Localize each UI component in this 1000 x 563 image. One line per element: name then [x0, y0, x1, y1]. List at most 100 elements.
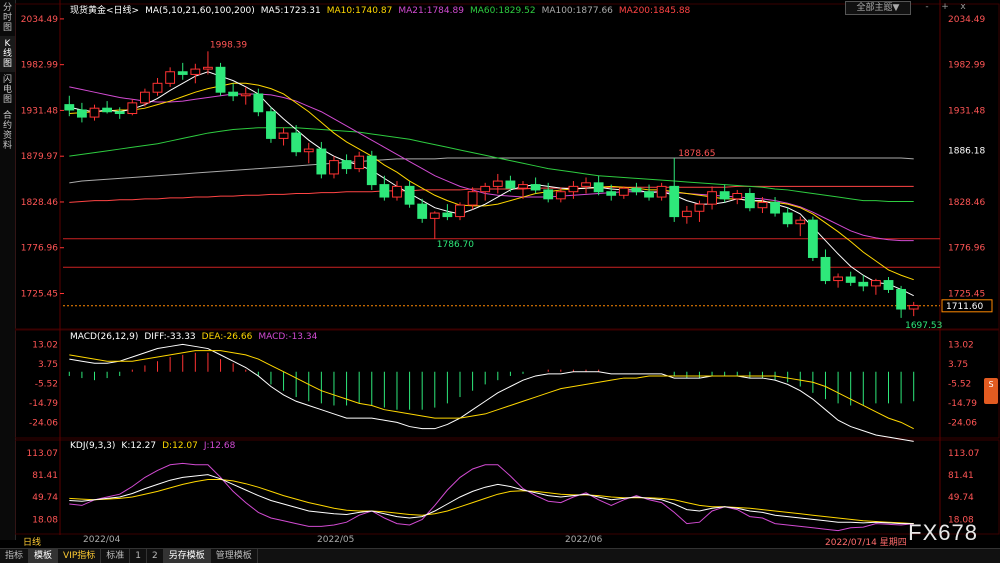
candle-body: [215, 66, 226, 93]
candle-body: [341, 160, 352, 170]
kdj-legend-params: KDJ(9,3,3): [70, 441, 116, 451]
candle-body: [820, 256, 831, 282]
kdj-j-line: [69, 462, 914, 532]
tab-1[interactable]: 1: [130, 549, 148, 563]
tab-vip-indicators[interactable]: VIP指标: [58, 549, 102, 563]
macd-tick-left: -5.52: [35, 379, 58, 389]
kdj-tick-left: 18.08: [32, 515, 58, 525]
candle-body: [530, 184, 541, 191]
candle-body: [366, 155, 377, 186]
price-tick-left: 1776.96: [21, 244, 58, 254]
candle-body: [845, 276, 856, 283]
candle-body: [593, 182, 604, 193]
tab-indicators[interactable]: 指标: [0, 549, 30, 563]
candle-body: [404, 185, 415, 205]
ma-legend-item: MA5:1723.31: [260, 6, 321, 16]
kdj-legend: KDJ(9,3,3) K:12.27 D:12.07 J:12.68: [70, 441, 247, 451]
candle-body: [76, 109, 87, 118]
candle-body: [782, 212, 793, 225]
sidebar-tab-0[interactable]: 分 时 图: [0, 0, 15, 36]
tool-icons: - + x: [920, 1, 970, 13]
ma5-line: [69, 71, 914, 297]
candle-body: [744, 192, 755, 209]
candle-body: [908, 304, 919, 310]
kdj-legend-item: K:12.27: [121, 441, 157, 451]
price-tick-left: 1725.45: [21, 290, 58, 300]
candle-body: [757, 201, 768, 209]
candle-body: [518, 184, 528, 189]
panel-border: [15, 329, 1000, 439]
candle-body: [581, 182, 591, 187]
candle-body: [656, 185, 667, 198]
ma-legend-item: MA60:1829.52: [469, 6, 536, 16]
toolbar-icon-1[interactable]: +: [938, 1, 952, 13]
current-price-label: 1711.60: [946, 302, 983, 312]
candle-body: [429, 212, 440, 219]
candle-body: [379, 184, 390, 198]
candle-body: [89, 107, 100, 118]
sidebar-tab-1[interactable]: K 线 图: [0, 36, 15, 72]
macd-legend-item: DIFF:-33.33: [144, 332, 196, 342]
macd-tick-right: -24.06: [948, 418, 977, 428]
macd-tick-right: -5.52: [948, 379, 971, 389]
candle-body: [505, 180, 516, 189]
candle-body: [807, 219, 818, 258]
candle-body: [203, 66, 213, 70]
date-readout: 2022/07/14 星期四: [825, 538, 907, 548]
date-tick: 2022/05: [317, 535, 355, 545]
candle-body: [455, 204, 465, 218]
candle-body: [442, 212, 453, 218]
toolbar-icon-0[interactable]: -: [920, 1, 934, 13]
macd-tick-right: 13.02: [948, 340, 974, 350]
candle-body: [102, 107, 113, 113]
candle-body: [278, 132, 289, 139]
candle-body: [707, 191, 717, 205]
candle-body: [631, 187, 642, 193]
candle-body: [606, 191, 617, 196]
sidebar-tab-2[interactable]: 闪 电 图: [0, 72, 15, 108]
theme-dropdown[interactable]: 全部主题▼: [845, 1, 911, 15]
candle-body: [64, 104, 75, 111]
tab-manage-templates[interactable]: 管理模板: [211, 549, 258, 563]
tab-save-template[interactable]: 另存模板: [163, 549, 211, 563]
candle-body: [392, 185, 402, 198]
period-label[interactable]: 日线: [23, 535, 41, 548]
toolbar-icon-2[interactable]: x: [956, 1, 970, 13]
ma-legend-title: 现货黄金<日线>: [70, 6, 140, 16]
price-tick-right: 2034.49: [948, 15, 985, 25]
ma10-line: [69, 82, 914, 281]
price-tick-left: 1931.48: [21, 106, 58, 116]
candle-body: [291, 132, 302, 153]
bottom-tabs: 指标 模板 VIP指标 标准 1 2 另存模板 管理模板: [0, 548, 1000, 563]
tab-templates[interactable]: 模板: [29, 549, 59, 563]
candle-body: [127, 102, 138, 115]
candle-body: [152, 82, 163, 93]
candle-body: [240, 93, 251, 97]
watermark-logo: FX678: [908, 520, 978, 545]
candle-body: [795, 219, 806, 225]
macd-tick-left: -14.79: [29, 399, 58, 409]
kdj-tick-left: 81.41: [32, 471, 58, 481]
app-logo-icon[interactable]: S: [984, 378, 998, 404]
tab-2[interactable]: 2: [147, 549, 164, 563]
candle-body: [492, 180, 503, 187]
macd-tick-left: 3.75: [38, 360, 58, 370]
ma100-line: [69, 157, 914, 184]
kdj-legend-item: D:12.07: [162, 441, 198, 451]
annotation-low: 1697.53: [905, 321, 942, 331]
price-tick-right: 1931.48: [948, 106, 985, 116]
candle-body: [140, 91, 150, 104]
price-tick-left: 2034.49: [21, 15, 58, 25]
annotation-mid-high: 1878.65: [678, 149, 715, 159]
kdj-legend-item: J:12.68: [203, 441, 236, 451]
price-tick-right: 1725.45: [948, 290, 985, 300]
candle-body: [669, 185, 680, 218]
sidebar-tab-3[interactable]: 合 约 资 料: [0, 108, 15, 154]
kdj-tick-right: 113.07: [948, 449, 980, 459]
annotation-high: 1998.39: [210, 40, 247, 50]
price-tick-right: 1828.46: [948, 198, 985, 208]
candle-body: [329, 160, 339, 175]
tab-standard[interactable]: 标准: [101, 549, 131, 563]
macd-legend-item: DEA:-26.66: [201, 332, 253, 342]
candle-body: [694, 203, 705, 212]
